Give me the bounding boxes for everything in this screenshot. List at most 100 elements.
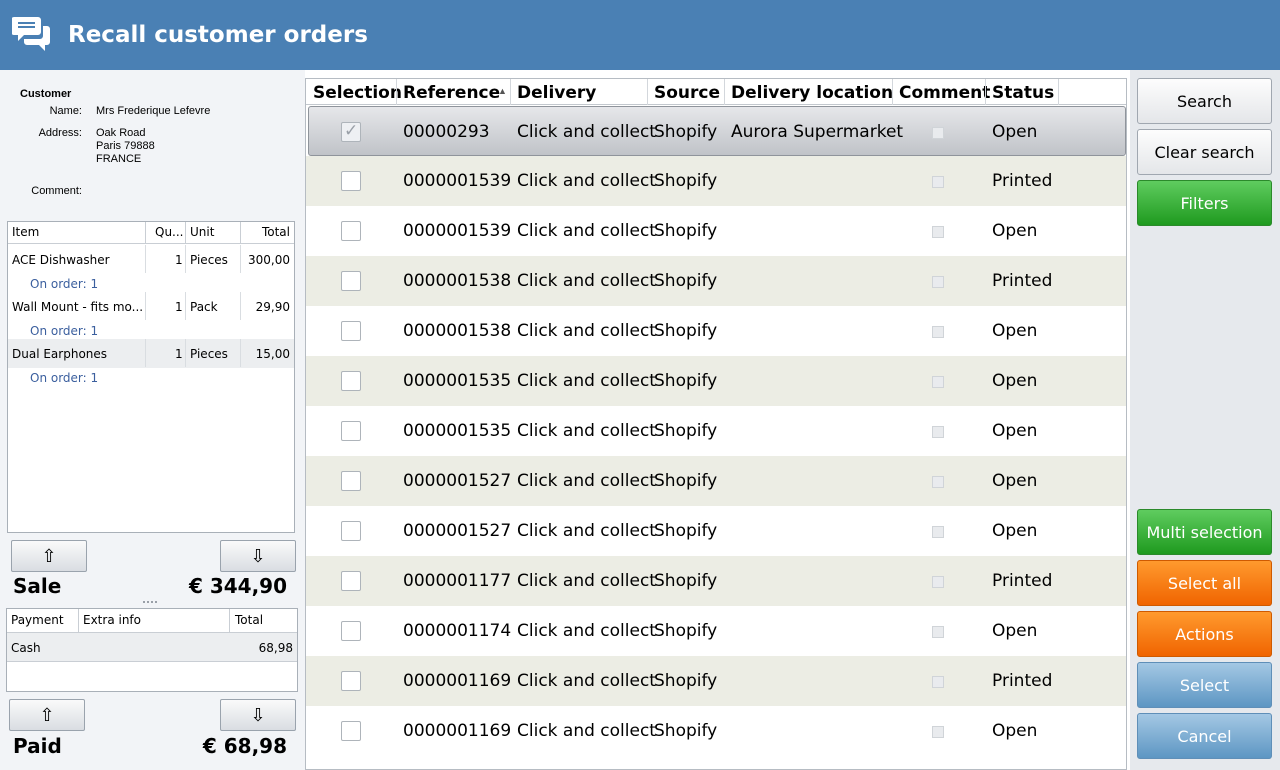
search-button[interactable]: Search [1137, 78, 1272, 124]
col-payment[interactable]: Payment [11, 613, 64, 627]
col-payment-total[interactable]: Total [235, 613, 263, 627]
row-selection-checkbox[interactable] [341, 571, 361, 591]
comment-checkbox [932, 426, 944, 438]
col-qty[interactable]: Qu... [155, 225, 184, 239]
order-source: Shopify [654, 321, 718, 341]
delivery-type: Click and collect [517, 471, 656, 491]
order-source: Shopify [654, 721, 718, 741]
delivery-location: Aurora Supermarket [731, 122, 904, 142]
order-status: Printed [992, 171, 1053, 191]
table-row[interactable]: 00000293 Click and collectShopify Aurora S… [308, 106, 1126, 156]
items-scroll-up-button[interactable]: ⇧ [11, 540, 87, 572]
page-title: Recall customer orders [68, 22, 368, 48]
select-button[interactable]: Select [1137, 662, 1272, 708]
table-row[interactable]: 0000001174 Click and collect Shopify Open [306, 606, 1126, 656]
row-selection-checkbox[interactable] [341, 421, 361, 441]
sale-amount: € 344,90 [188, 574, 287, 598]
clear-search-button[interactable]: Clear search [1137, 129, 1272, 175]
table-row[interactable]: 0000001535 Click and collect Shopify Open [306, 406, 1126, 456]
item-total: 300,00 [248, 253, 290, 267]
table-row[interactable]: 0000001177 Click and collect Shopify Printe… [306, 556, 1126, 606]
comment-checkbox [932, 276, 944, 288]
comment-checkbox [932, 127, 944, 139]
col-reference[interactable]: Reference [403, 83, 500, 103]
arrow-up-icon: ⇧ [39, 704, 55, 726]
item-total: 15,00 [255, 347, 290, 361]
order-reference: 0000001538 [403, 271, 512, 291]
order-source: Shopify [654, 521, 718, 541]
address-line-1: Oak Road [96, 127, 146, 139]
table-row[interactable]: 0000001169 Click and collect Shopify Printe… [306, 656, 1126, 706]
delivery-type: Click and collect [517, 671, 656, 691]
comment-label: Comment: [31, 185, 82, 197]
select-all-button[interactable]: Select all [1137, 560, 1272, 606]
order-reference: 0000001539 [403, 221, 512, 241]
delivery-type: Click and collect [517, 721, 656, 741]
order-status: Open [992, 321, 1038, 341]
col-unit[interactable]: Unit [190, 225, 214, 239]
table-row[interactable]: 0000001169 Click and collect Shopify Open [306, 706, 1126, 756]
comment-checkbox [932, 676, 944, 688]
list-item[interactable]: Dual Earphones 1 Pieces 15,00 On order: … [8, 339, 294, 386]
row-selection-checkbox[interactable] [341, 671, 361, 691]
delivery-type: Click and collect [517, 621, 656, 641]
order-source: Shopify [654, 271, 718, 291]
order-reference: 0000001535 [403, 371, 512, 391]
order-status: Printed [992, 271, 1053, 291]
row-selection-checkbox[interactable] [341, 221, 361, 241]
row-selection-checkbox[interactable] [341, 271, 361, 291]
filters-button[interactable]: Filters [1137, 180, 1272, 226]
order-reference: 0000001169 [403, 671, 512, 691]
row-selection-checkbox[interactable] [341, 721, 361, 741]
sale-label: Sale [13, 574, 62, 598]
cancel-button[interactable]: Cancel [1137, 713, 1272, 759]
item-qty: 1 [175, 300, 183, 314]
splitter-handle[interactable] [143, 601, 157, 603]
table-row[interactable]: 0000001539 Click and collect Shopify Open [306, 206, 1126, 256]
row-selection-checkbox[interactable] [341, 521, 361, 541]
col-source[interactable]: Source [654, 83, 720, 103]
row-selection-checkbox[interactable] [341, 121, 361, 142]
row-selection-checkbox[interactable] [341, 471, 361, 491]
col-item[interactable]: Item [12, 225, 39, 239]
table-row[interactable]: 0000001538 Click and collect Shopify Open [306, 306, 1126, 356]
row-selection-checkbox[interactable] [341, 371, 361, 391]
row-selection-checkbox[interactable] [341, 321, 361, 341]
on-order-note: On order: 1 [30, 324, 99, 338]
payments-scroll-down-button[interactable]: ⇩ [220, 699, 296, 731]
col-comment[interactable]: Comment [899, 83, 990, 103]
col-extra-info[interactable]: Extra info [83, 613, 141, 627]
row-selection-checkbox[interactable] [341, 621, 361, 641]
order-source: Shopify [654, 571, 718, 591]
table-row[interactable]: 0000001539 Click and collect Shopify Printe… [306, 156, 1126, 206]
list-item[interactable]: ACE Dishwasher 1 Pieces 300,00 On order:… [8, 245, 294, 292]
col-delivery-location[interactable]: Delivery location [731, 83, 893, 103]
actions-button[interactable]: Actions [1137, 611, 1272, 657]
row-selection-checkbox[interactable] [341, 171, 361, 191]
order-reference: 0000001538 [403, 321, 512, 341]
table-row[interactable]: 0000001535 Click and collect Shopify Open [306, 356, 1126, 406]
table-row[interactable]: 0000001527 Click and collect Shopify Open [306, 506, 1126, 556]
multi-selection-button[interactable]: Multi selection [1137, 509, 1272, 555]
items-table-header: Item Qu... Unit Total [8, 222, 294, 244]
order-source: Shopify [654, 171, 718, 191]
order-status: Open [992, 371, 1038, 391]
payments-scroll-up-button[interactable]: ⇧ [9, 699, 85, 731]
arrow-down-icon: ⇩ [250, 545, 266, 567]
col-status[interactable]: Status [992, 83, 1054, 103]
item-unit: Pieces [190, 253, 228, 267]
item-name: ACE Dishwasher [12, 253, 110, 267]
delivery-type: Click and collect [517, 321, 656, 341]
table-row[interactable]: Cash 68,98 [7, 632, 297, 662]
table-row[interactable]: 0000001538 Click and collect Shopify Printe… [306, 256, 1126, 306]
paid-amount: € 68,98 [202, 734, 287, 758]
list-item[interactable]: Wall Mount - fits mo... 1 Pack 29,90 On … [8, 292, 294, 339]
col-total[interactable]: Total [262, 225, 290, 239]
table-row[interactable]: 0000001527 Click and collect Shopify Open [306, 456, 1126, 506]
comment-checkbox [932, 526, 944, 538]
col-selection[interactable]: Selection [313, 83, 402, 103]
order-items-table: Item Qu... Unit Total ACE Dishwasher 1 P… [7, 221, 295, 533]
col-delivery[interactable]: Delivery [517, 83, 596, 103]
order-reference: 0000001539 [403, 171, 512, 191]
items-scroll-down-button[interactable]: ⇩ [220, 540, 296, 572]
